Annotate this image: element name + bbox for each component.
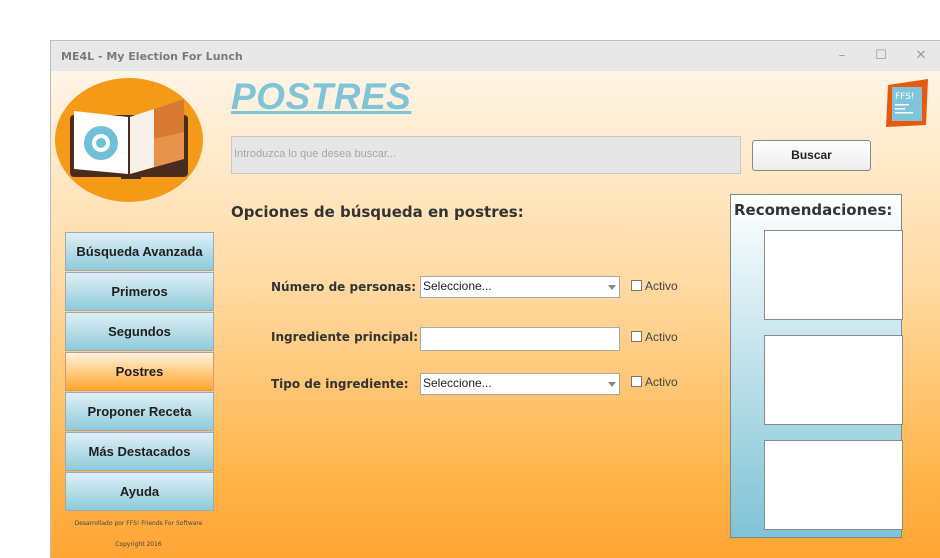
open-book-logo-icon xyxy=(55,78,203,202)
select-tipo[interactable]: Seleccione... xyxy=(420,373,620,395)
options-heading: Opciones de búsqueda en postres: xyxy=(231,203,524,221)
chevron-down-icon xyxy=(608,285,616,290)
select-tipo-value: Seleccione... xyxy=(423,376,492,390)
field-label-ingrediente: Ingrediente principal: xyxy=(271,330,419,344)
recommendation-card[interactable] xyxy=(764,230,903,320)
footer-copyright: Copyright 2016 xyxy=(115,541,162,548)
ffs-badge-text: FFS! xyxy=(895,92,915,102)
checkbox-activo-ingrediente[interactable]: Activo xyxy=(631,330,678,344)
recommendations-panel: Recomendaciones: xyxy=(730,194,903,538)
search-button[interactable]: Buscar xyxy=(752,140,871,171)
window-title: ME4L - My Election For Lunch xyxy=(61,50,243,63)
checkbox-box[interactable] xyxy=(631,280,642,291)
select-personas-value: Seleccione... xyxy=(423,279,492,293)
title-bar[interactable]: ME4L - My Election For Lunch – ☐ ✕ xyxy=(51,41,940,71)
checkbox-activo-personas[interactable]: Activo xyxy=(631,279,678,293)
page-title: POSTRES xyxy=(231,76,412,117)
close-button[interactable]: ✕ xyxy=(911,46,931,66)
checkbox-label: Activo xyxy=(645,279,678,293)
app-window: ME4L - My Election For Lunch – ☐ ✕ FFS! xyxy=(50,40,940,558)
maximize-button[interactable]: ☐ xyxy=(871,46,891,66)
minimize-button[interactable]: – xyxy=(832,46,852,66)
recommendation-card[interactable] xyxy=(764,440,903,530)
sidebar-item-mas-destacados[interactable]: Más Destacados xyxy=(65,432,214,471)
sidebar-item-ayuda[interactable]: Ayuda xyxy=(65,472,214,511)
recommendations-title: Recomendaciones: xyxy=(734,201,893,219)
checkbox-label: Activo xyxy=(645,375,678,389)
checkbox-activo-tipo[interactable]: Activo xyxy=(631,375,678,389)
ingrediente-input[interactable] xyxy=(420,327,620,351)
checkbox-box[interactable] xyxy=(631,376,642,387)
checkbox-label: Activo xyxy=(645,330,678,344)
field-label-personas: Número de personas: xyxy=(271,280,417,294)
footer-developer: Desarrollado por FFS! Friends For Softwa… xyxy=(74,520,203,527)
select-personas[interactable]: Seleccione... xyxy=(420,276,620,298)
sidebar-item-postres[interactable]: Postres xyxy=(65,352,214,391)
ffs-logo-icon: FFS! xyxy=(886,79,928,127)
sidebar-item-primeros[interactable]: Primeros xyxy=(65,272,214,311)
sidebar-item-segundos[interactable]: Segundos xyxy=(65,312,214,351)
sidebar-item-busqueda-avanzada[interactable]: Búsqueda Avanzada xyxy=(65,232,214,271)
search-input[interactable]: Introduzca lo que desea buscar... xyxy=(231,136,741,174)
field-label-tipo: Tipo de ingrediente: xyxy=(271,377,409,391)
main-content: FFS! POSTRES Introduzca lo que desea bus… xyxy=(51,71,940,558)
recommendation-card[interactable] xyxy=(764,335,903,425)
chevron-down-icon xyxy=(608,382,616,387)
checkbox-box[interactable] xyxy=(631,331,642,342)
sidebar-item-proponer-receta[interactable]: Proponer Receta xyxy=(65,392,214,431)
